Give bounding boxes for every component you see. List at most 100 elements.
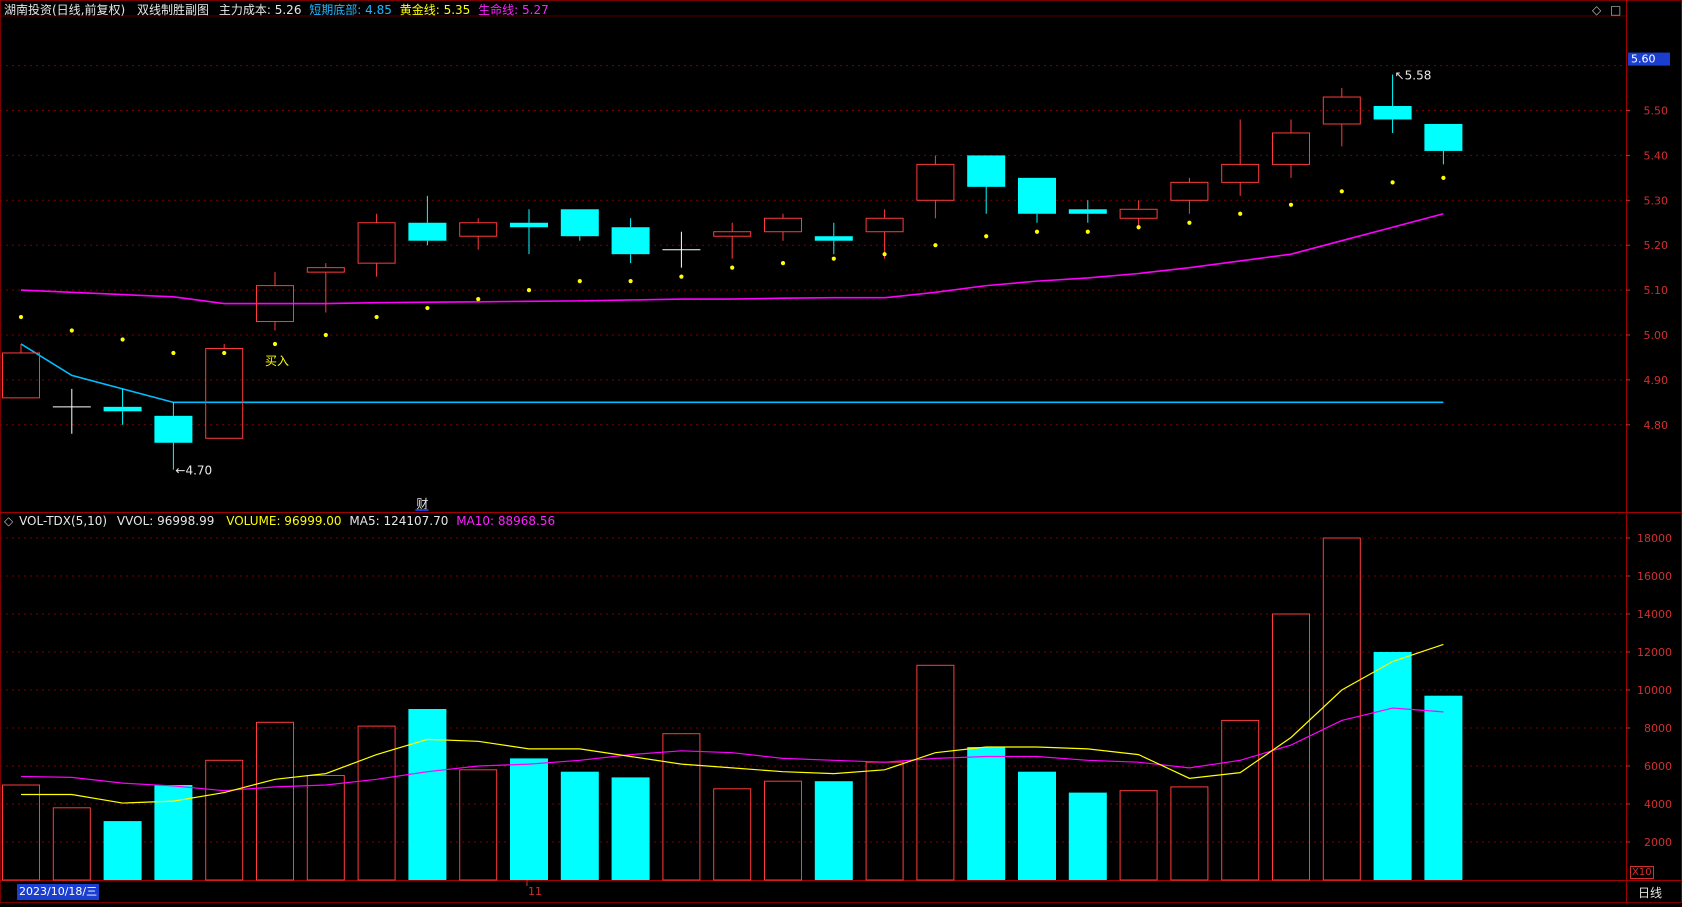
volume-bar — [459, 769, 498, 881]
current-price-label: 5.60 — [1631, 53, 1656, 66]
gold-dot — [1085, 229, 1090, 234]
gold-dot — [831, 256, 836, 261]
gold-dot — [730, 265, 735, 270]
candle-body — [357, 222, 396, 264]
vvol-value: VVOL: 96998.99 — [116, 514, 215, 528]
candle — [1424, 123, 1463, 165]
candle — [764, 213, 802, 241]
life-label: 生命线: — [478, 3, 519, 17]
gold-dot — [272, 341, 278, 347]
gold-dot — [171, 350, 176, 356]
volume-value: VOLUME: 96999.00 — [226, 514, 342, 528]
bottom-label: 短期底部: — [309, 3, 362, 17]
candle — [1068, 200, 1107, 223]
gold-dot — [323, 332, 328, 338]
gold-dot — [526, 288, 532, 293]
volume-bar — [510, 758, 548, 880]
multiplier-label[interactable]: X10 — [1630, 866, 1654, 879]
volume-tick-label: 4000 — [1644, 798, 1672, 811]
maximize-icon[interactable]: □ — [1610, 3, 1621, 17]
candle — [1272, 119, 1310, 178]
volume-bar — [713, 788, 752, 881]
price-tick-label: 5.00 — [1644, 329, 1669, 342]
diamond-icon[interactable]: ◇ — [1592, 3, 1601, 17]
candle-body — [713, 231, 752, 237]
volume-indicator-name[interactable]: VOL-TDX(5,10) — [19, 514, 107, 528]
volume-bar — [1068, 792, 1107, 880]
candle — [865, 209, 904, 259]
high-price-annotation: ↖5.58 — [1395, 69, 1432, 83]
stock-title: 湖南投资(日线,前复权) — [4, 3, 126, 17]
price-tick-label: 5.50 — [1644, 105, 1669, 118]
gold-dot — [1288, 202, 1294, 207]
gold-dot — [780, 261, 786, 266]
volume-bar — [52, 807, 91, 881]
gold-dot — [679, 274, 684, 279]
candle — [510, 209, 548, 255]
settings-diamond-icon[interactable]: ◇ — [4, 514, 13, 528]
candle — [1373, 74, 1412, 133]
candle-body — [1322, 96, 1361, 125]
candle-body — [814, 236, 853, 241]
gold-dot — [1441, 175, 1446, 180]
gold-dot — [1390, 180, 1395, 185]
candle — [1119, 200, 1158, 228]
volume-tick-label: 12000 — [1637, 646, 1672, 659]
candle — [1322, 88, 1361, 147]
gold-dot — [69, 328, 74, 333]
candle-body — [1221, 163, 1260, 183]
candle-body — [764, 217, 802, 233]
candle-body — [306, 267, 345, 273]
candle — [357, 213, 396, 277]
volume-bar — [2, 784, 40, 881]
volume-bar — [916, 664, 955, 881]
candle-body — [967, 155, 1006, 187]
volume-tick-label: 14000 — [1637, 608, 1672, 621]
candle-body — [865, 217, 904, 233]
volume-bar — [865, 761, 904, 881]
candle — [713, 222, 752, 259]
gold-dot — [984, 234, 989, 239]
gold-dot — [120, 337, 125, 342]
candle — [1170, 177, 1209, 214]
ma5-line — [21, 643, 1444, 804]
candle — [560, 209, 599, 241]
life-value: 5.27 — [522, 3, 549, 17]
candle-body — [510, 222, 548, 228]
gold-dot — [18, 314, 24, 320]
gold-dot — [1034, 229, 1040, 234]
candle-body — [611, 227, 650, 255]
gold-dot — [577, 279, 582, 284]
candle-body — [1170, 181, 1209, 201]
volume-bar — [306, 775, 345, 881]
bottom-value: 4.85 — [365, 3, 392, 17]
gold-dot — [1136, 225, 1141, 230]
candle — [459, 218, 498, 250]
volume-bar — [1373, 652, 1412, 880]
volume-bar — [256, 721, 294, 881]
candle — [205, 343, 244, 439]
candle — [52, 388, 91, 434]
candle — [1221, 119, 1260, 196]
volume-bar — [662, 733, 701, 881]
candle-body — [1119, 208, 1158, 219]
price-tick-label: 5.20 — [1644, 239, 1669, 252]
bottom-line — [20, 343, 1444, 404]
volume-bar — [408, 709, 447, 880]
price-tick-label: 5.30 — [1644, 194, 1669, 207]
period-label[interactable]: 日线 — [1638, 885, 1662, 901]
candle — [306, 263, 345, 313]
volume-tick-label: 16000 — [1637, 570, 1672, 583]
gold-dot — [374, 314, 379, 320]
candle-body — [459, 222, 498, 237]
gold-dot — [222, 350, 227, 356]
gold-dot — [476, 296, 481, 302]
volume-header: ◇ VOL-TDX(5,10) VVOL: 96998.99 VOLUME: 9… — [4, 513, 555, 529]
gold-dot — [1238, 211, 1243, 216]
indicator-name[interactable]: 双线制胜副图 — [137, 3, 209, 17]
month-tick-label: 11 — [528, 885, 542, 898]
gold-dot — [425, 305, 430, 311]
candle-body — [1068, 209, 1107, 214]
gold-dot — [933, 243, 938, 248]
chart-stage: 4.80 4.90 5.00 5.10 5.20 5.30 5.40 5.50 5.60 2000… — [0, 0, 1682, 903]
